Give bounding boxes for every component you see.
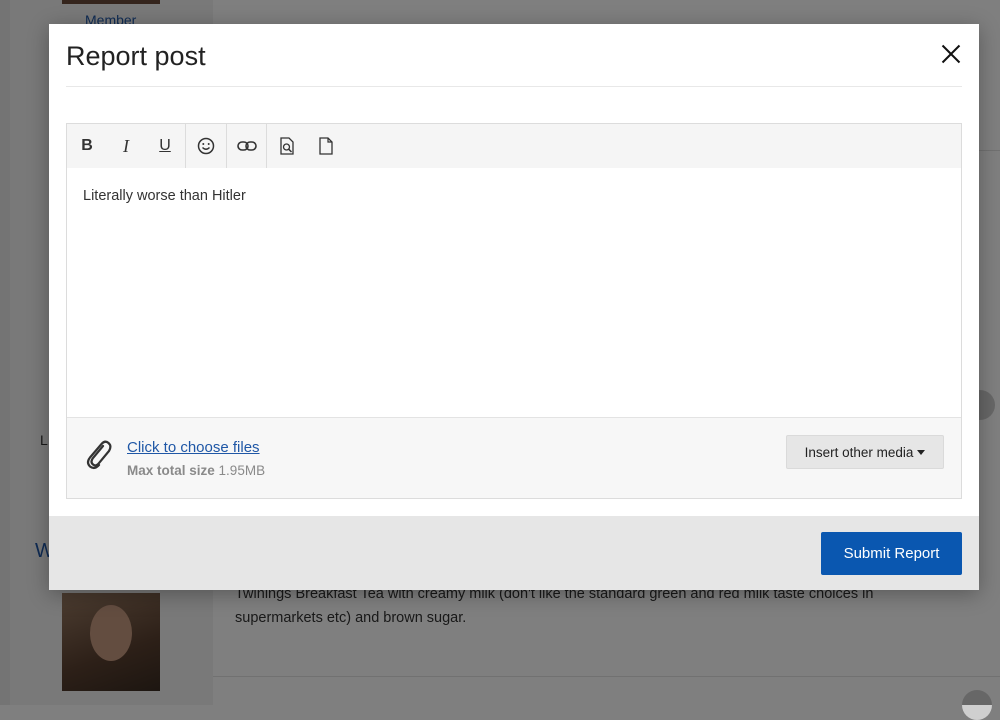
report-editor: B I U Literally worse than Hitler Click … <box>66 123 962 499</box>
max-size-info: Max total size 1.95MB <box>127 463 265 478</box>
italic-button[interactable]: I <box>106 124 146 168</box>
bold-button[interactable]: B <box>67 124 107 168</box>
smiley-icon <box>197 137 215 155</box>
underline-icon: U <box>159 137 171 154</box>
report-text-input[interactable]: Literally worse than Hitler <box>83 188 246 204</box>
max-size-label: Max total size <box>127 463 215 478</box>
dialog-title: Report post <box>66 41 206 71</box>
close-icon[interactable] <box>937 40 965 68</box>
editor-toolbar: B I U <box>67 124 961 168</box>
preview-button[interactable] <box>267 124 307 168</box>
source-button[interactable] <box>306 124 346 168</box>
link-button[interactable] <box>227 124 267 168</box>
max-size-value: 1.95MB <box>218 463 266 478</box>
document-icon <box>319 137 333 155</box>
dialog-footer: Submit Report <box>49 516 979 590</box>
underline-button[interactable]: U <box>145 124 185 168</box>
choose-files-link[interactable]: Click to choose files <box>127 439 260 456</box>
report-post-dialog: Report post B I U Literally worse than H… <box>49 24 979 590</box>
divider <box>66 86 962 87</box>
bold-icon: B <box>81 137 93 154</box>
paperclip-icon <box>86 440 112 470</box>
submit-report-button[interactable]: Submit Report <box>821 532 962 575</box>
preview-icon <box>280 137 294 155</box>
emoji-button[interactable] <box>186 124 226 168</box>
attachment-area: Click to choose files Max total size 1.9… <box>67 417 961 498</box>
insert-other-media-button[interactable]: Insert other media <box>786 435 944 469</box>
italic-icon: I <box>123 135 129 156</box>
insert-media-label: Insert other media <box>804 444 914 460</box>
link-icon <box>237 141 257 151</box>
caret-down-icon <box>917 449 926 455</box>
